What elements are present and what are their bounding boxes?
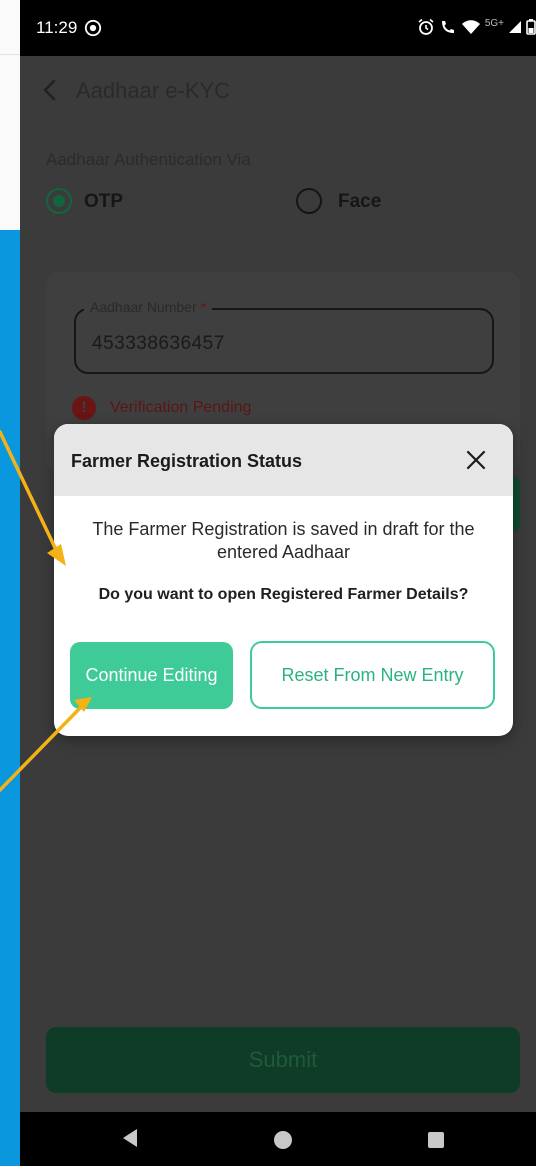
verification-status: Verification Pending [110, 399, 252, 416]
aadhaar-label-text: Aadhaar Number [90, 299, 197, 315]
reset-new-entry-button[interactable]: Reset From New Entry [250, 641, 495, 709]
face-radio-label[interactable]: Face [338, 191, 381, 213]
status-bar: 11:29 5G+ [20, 0, 536, 56]
dialog-question: Do you want to open Registered Farmer De… [98, 586, 469, 603]
dialog-title: Farmer Registration Status [71, 451, 303, 471]
background-panel-blue [0, 230, 20, 1166]
back-arrow-icon[interactable] [34, 74, 66, 106]
submit-button[interactable]: Submit [46, 1027, 520, 1093]
battery-icon [526, 19, 536, 35]
signal-icon [509, 21, 521, 33]
navigation-bar [20, 1112, 536, 1166]
call-icon [441, 21, 454, 33]
nav-recents-icon[interactable] [428, 1132, 444, 1148]
registration-status-dialog: Farmer Registration Status The Farmer Re… [54, 424, 513, 736]
whatsapp-icon [84, 19, 102, 37]
nav-back-icon[interactable] [122, 1128, 138, 1148]
error-icon: ! [72, 396, 96, 420]
divider [0, 54, 20, 55]
otp-radio[interactable] [46, 188, 72, 214]
nav-home-icon[interactable] [274, 1131, 292, 1149]
required-mark: * [200, 299, 206, 315]
aadhaar-number-value[interactable]: 453338636457 [92, 333, 225, 355]
status-time: 11:29 [36, 18, 78, 37]
dialog-message: The Farmer Registration is saved in draf… [92, 519, 475, 562]
wifi-icon [461, 20, 480, 34]
page-title: Aadhaar e-KYC [76, 78, 231, 103]
auth-method-label: Aadhaar Authentication Via [46, 150, 251, 169]
phone-screen: 11:29 5G+ Aadhaar e-KYC Aadhaar Authenti… [20, 0, 536, 1166]
continue-editing-button[interactable]: Continue Editing [70, 642, 233, 709]
alarm-icon [418, 18, 434, 35]
network-type-label: 5G+ [484, 17, 504, 29]
aadhaar-number-label: Aadhaar Number * [84, 299, 212, 315]
dialog-header: Farmer Registration Status [54, 424, 513, 496]
background-panel-top [0, 0, 20, 230]
otp-radio-label[interactable]: OTP [84, 191, 123, 213]
close-icon[interactable] [464, 448, 488, 472]
status-icons: 5G+ [417, 18, 536, 36]
face-radio[interactable] [296, 188, 322, 214]
app-header: Aadhaar e-KYC [20, 56, 536, 126]
